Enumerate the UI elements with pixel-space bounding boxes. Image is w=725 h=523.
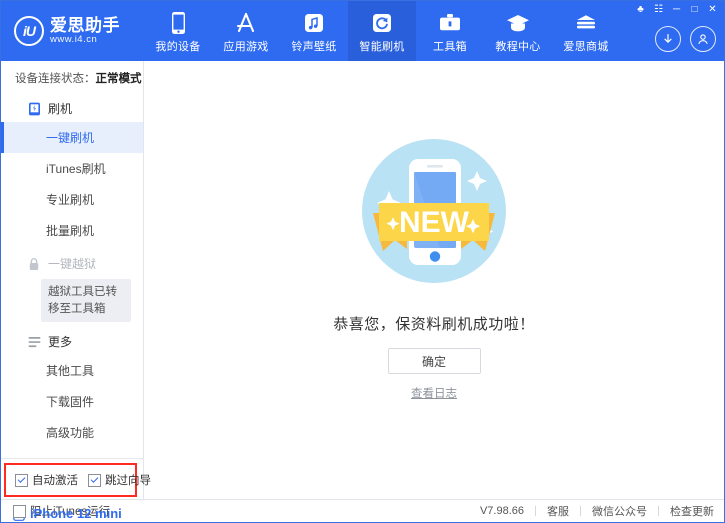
refresh-icon: [371, 11, 393, 35]
checkbox-auto-activate-box[interactable]: [15, 473, 28, 487]
checkbox-auto-activate-label: 自动激活: [32, 475, 78, 488]
sidebar-item-other-tools[interactable]: 其他工具: [1, 355, 143, 386]
flash-device-icon: [27, 102, 41, 116]
checkbox-skip-setup[interactable]: 跳过向导: [88, 472, 151, 488]
header-actions: [655, 26, 716, 52]
tab-smart-flash-label: 智能刷机: [359, 40, 405, 53]
new-phone-illustration: NEW: [349, 129, 519, 299]
panel-icon[interactable]: ☷: [650, 3, 667, 17]
user-account-icon[interactable]: [690, 26, 716, 52]
sidebar-item-one-key-flash-label: 一键刷机: [46, 131, 95, 145]
tab-ringtones-wallpaper-label: 铃声壁纸: [291, 40, 337, 53]
tab-my-device-label: 我的设备: [155, 40, 201, 53]
device-name: iPhone 12 mini: [30, 506, 122, 522]
sidebar-item-batch-flash-label: 批量刷机: [46, 224, 95, 238]
tab-tutorial-center-label: 教程中心: [495, 40, 541, 53]
sidebar: 设备连接状态：正常模式 刷机 一键刷机 iTunes刷机 专业刷机 批量刷机 一…: [1, 61, 151, 521]
sidebar-item-other-tools-label: 其他工具: [46, 364, 95, 379]
sidebar-group-jailbreak: 一键越狱: [1, 250, 143, 277]
sidebar-group-flash[interactable]: 刷机: [1, 95, 143, 122]
connection-status: 设备连接状态：正常模式: [1, 61, 143, 95]
phone-icon: [170, 11, 187, 35]
check-update-link[interactable]: 检查更新: [670, 503, 714, 519]
sidebar-item-itunes-flash-label: iTunes刷机: [46, 162, 106, 176]
status-bar-right: V7.98.66 客服 微信公众号 检查更新: [480, 503, 714, 519]
jailbreak-moved-tooltip: 越狱工具已转移至工具箱: [41, 279, 131, 323]
footer-separator-1: [535, 506, 536, 516]
gift-icon[interactable]: ♣: [632, 3, 649, 17]
view-log-link[interactable]: 查看日志: [411, 385, 457, 401]
sidebar-item-advanced-label: 高级功能: [46, 426, 95, 441]
device-name-row: iPhone 12 mini: [13, 506, 143, 521]
toolbox-icon: [438, 11, 462, 35]
wechat-official-link[interactable]: 微信公众号: [592, 503, 647, 519]
footer-separator-3: [658, 506, 659, 516]
close-icon[interactable]: ✕: [704, 3, 721, 17]
ribbon-banner-text: NEW: [399, 206, 470, 239]
sidebar-item-download-firmware-label: 下载固件: [46, 395, 95, 410]
sidebar-group-more-label: 更多: [48, 335, 73, 350]
tab-shop-label: 爱思商城: [563, 40, 609, 53]
tab-toolbox-label: 工具箱: [433, 40, 467, 53]
tab-shop[interactable]: 爱思商城: [552, 1, 620, 61]
tab-tutorial-center[interactable]: 教程中心: [484, 1, 552, 61]
brand-logo: iU 爱思助手 www.i4.cn: [1, 1, 144, 61]
sidebar-item-advanced[interactable]: 高级功能: [1, 417, 143, 448]
tab-smart-flash[interactable]: 智能刷机: [348, 1, 416, 61]
tab-app-games-label: 应用游戏: [223, 40, 269, 53]
confirm-button[interactable]: 确定: [387, 348, 481, 374]
app-body: 设备连接状态：正常模式 刷机 一键刷机 iTunes刷机 专业刷机 批量刷机 一…: [1, 61, 724, 521]
sidebar-item-pro-flash-label: 专业刷机: [46, 193, 95, 207]
footer-separator-2: [580, 506, 581, 516]
lock-icon: [27, 257, 41, 271]
graduation-icon: [506, 11, 530, 35]
sidebar-divider: [1, 458, 143, 460]
customer-service-link[interactable]: 客服: [547, 503, 569, 519]
list-icon: [27, 335, 41, 349]
sidebar-item-itunes-flash[interactable]: iTunes刷机: [1, 153, 143, 184]
checkbox-auto-activate[interactable]: 自动激活: [15, 472, 78, 488]
sidebar-group-jailbreak-label: 一键越狱: [48, 257, 97, 271]
appstore-icon: [234, 11, 258, 35]
download-icon[interactable]: [655, 26, 681, 52]
app-header: iU 爱思助手 www.i4.cn 我的设备 应用游戏 铃声壁纸 智能刷机 工具…: [1, 1, 724, 61]
tab-ringtones-wallpaper[interactable]: 铃声壁纸: [280, 1, 348, 61]
brand-url: www.i4.cn: [50, 34, 98, 46]
brand-title: 爱思助手: [50, 15, 120, 35]
sidebar-options-highlight: 自动激活 跳过向导: [4, 463, 151, 498]
window-controls: ♣ ☷ ─ □ ✕: [632, 3, 721, 17]
tab-toolbox[interactable]: 工具箱: [416, 1, 484, 61]
sidebar-item-pro-flash[interactable]: 专业刷机: [1, 184, 143, 215]
music-icon: [303, 11, 325, 35]
shop-icon: [574, 11, 598, 35]
app-window: iU 爱思助手 www.i4.cn 我的设备 应用游戏 铃声壁纸 智能刷机 工具…: [0, 0, 725, 523]
checkbox-skip-setup-box[interactable]: [88, 473, 101, 487]
tab-app-games[interactable]: 应用游戏: [212, 1, 280, 61]
connection-status-label: 设备连接状态：: [15, 73, 96, 85]
connection-status-value: 正常模式: [95, 73, 142, 85]
sidebar-group-flash-label: 刷机: [48, 102, 73, 116]
logo-mark-icon: iU: [14, 16, 44, 46]
tab-my-device[interactable]: 我的设备: [144, 1, 212, 61]
success-message: 恭喜您，保资料刷机成功啦！: [333, 316, 535, 333]
checkbox-block-itunes-box[interactable]: [13, 504, 26, 518]
minimize-icon[interactable]: ─: [668, 3, 685, 17]
main-content: NEW 恭喜您，保资料刷机成功啦！ 确定 查看日志: [144, 61, 724, 499]
checkbox-skip-setup-label: 跳过向导: [105, 475, 151, 488]
sidebar-item-batch-flash[interactable]: 批量刷机: [1, 215, 143, 246]
sidebar-item-one-key-flash[interactable]: 一键刷机: [1, 122, 143, 153]
app-version: V7.98.66: [479, 505, 524, 517]
sidebar-item-download-firmware[interactable]: 下载固件: [1, 386, 143, 417]
sidebar-group-more[interactable]: 更多: [1, 328, 143, 355]
maximize-icon[interactable]: □: [686, 3, 703, 17]
